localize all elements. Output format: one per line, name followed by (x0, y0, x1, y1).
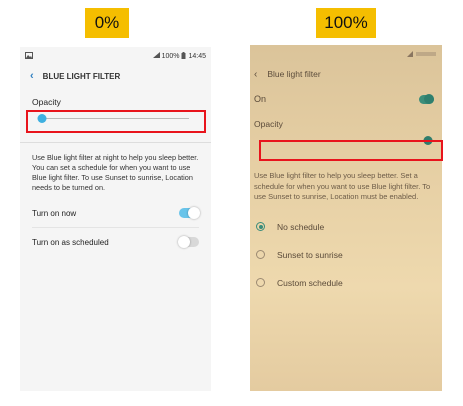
status-bar (250, 45, 442, 63)
page-title: Blue light filter (267, 69, 321, 79)
right-phone-photo: ‹ Blue light filter On Opacity Use Blue … (250, 45, 442, 391)
radio-no-schedule[interactable]: No schedule (250, 213, 442, 241)
filter-description: Use Blue light filter at night to help y… (32, 153, 199, 192)
app-header: ‹ Blue light filter (250, 63, 442, 85)
radio-label: Custom schedule (277, 277, 343, 288)
slider-highlight-box (26, 110, 206, 133)
left-phone-screenshot: 100% 14:45 ‹ BLUE LIGHT FILTER Opacity U… (20, 47, 211, 391)
turn-on-now-toggle[interactable] (179, 207, 200, 219)
radio-unselected-icon[interactable] (256, 250, 265, 259)
turn-on-scheduled-row[interactable]: Turn on as scheduled (20, 228, 211, 256)
slider-highlight-box (259, 140, 443, 161)
radio-custom-schedule[interactable]: Custom schedule (250, 269, 442, 297)
status-icons (407, 51, 437, 57)
turn-on-scheduled-toggle[interactable] (178, 236, 199, 248)
filter-description: Use Blue light filter to help you sleep … (254, 171, 431, 201)
battery-icon (181, 51, 186, 61)
turn-on-now-label: Turn on now (32, 208, 77, 218)
opacity-label: Opacity (32, 97, 61, 107)
radio-label: No schedule (277, 221, 325, 232)
on-toggle[interactable] (419, 93, 434, 104)
signal-icon (152, 52, 160, 60)
status-bar: 100% 14:45 (20, 47, 211, 65)
on-label: On (254, 94, 267, 104)
opacity-0-label: 0% (85, 8, 129, 38)
radio-sunset-to-sunrise[interactable]: Sunset to sunrise (250, 241, 442, 269)
image-notification-icon (25, 51, 33, 61)
back-arrow-icon[interactable]: ‹ (254, 69, 257, 80)
turn-on-now-row[interactable]: Turn on now (20, 199, 211, 227)
radio-label: Sunset to sunrise (277, 249, 343, 260)
radio-unselected-icon[interactable] (256, 278, 265, 287)
radio-selected-icon[interactable] (256, 222, 265, 231)
on-row[interactable]: On (250, 89, 442, 109)
opacity-label: Opacity (254, 119, 283, 129)
back-arrow-icon[interactable]: ‹ (30, 70, 34, 82)
opacity-100-label: 100% (316, 8, 376, 38)
battery-percent: 100% (161, 52, 180, 60)
app-header: ‹ BLUE LIGHT FILTER (20, 65, 211, 87)
page-title: BLUE LIGHT FILTER (42, 71, 121, 81)
clock-time: 14:45 (188, 52, 206, 60)
turn-on-scheduled-label: Turn on as scheduled (32, 237, 109, 247)
